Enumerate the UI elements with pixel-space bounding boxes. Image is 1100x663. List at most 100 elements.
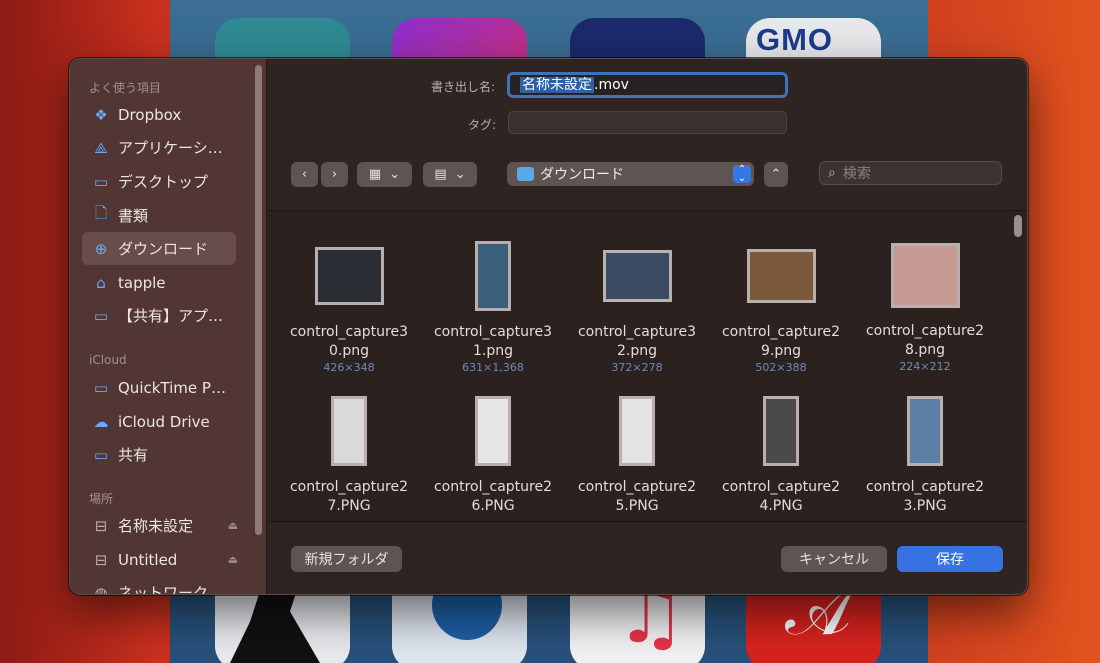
file-item[interactable]: control_capture27.PNG: [284, 396, 414, 516]
file-name: control_capture28.png: [865, 323, 985, 358]
file-thumbnail: [475, 396, 511, 466]
file-thumbnail: [619, 396, 655, 466]
search-icon: ⌕: [828, 165, 836, 181]
file-dimensions: 631×1,368: [462, 361, 524, 374]
chevron-down-icon: ⌄: [389, 167, 401, 182]
file-thumbnail: [331, 396, 367, 466]
sidebar-item-untitled-jp[interactable]: ⊟ 名称未設定 ⏏: [82, 509, 238, 542]
sidebar-item-downloads[interactable]: ⊕ ダウンロード: [82, 232, 236, 265]
file-item[interactable]: control_capture26.PNG: [428, 396, 558, 516]
file-item[interactable]: control_capture29.png 502×388: [716, 249, 846, 375]
export-name-label: 書き出し名:: [431, 80, 496, 94]
file-name: control_capture27.PNG: [289, 479, 409, 514]
group-grid-icon: ▤: [434, 167, 447, 182]
sidebar-item-icloud-drive[interactable]: ☁ iCloud Drive: [82, 405, 236, 438]
browser-scrollbar[interactable]: [1014, 215, 1022, 237]
file-item[interactable]: control_capture32.png 372×278: [572, 250, 702, 375]
file-browser: control_capture30.png 426×348 control_ca…: [268, 211, 1027, 521]
expand-collapse-button[interactable]: ⌃: [764, 162, 788, 187]
chevron-down-icon: ⌄: [454, 167, 466, 182]
save-dialog: よく使う項目 ❖ Dropbox ⟁ アプリケーシ… ▭ デスクトップ 🗋 書類…: [69, 58, 1028, 595]
sidebar-section-favorites: よく使う項目: [89, 81, 162, 95]
file-item[interactable]: control_capture25.PNG: [572, 396, 702, 516]
sidebar-item-quicktime[interactable]: ▭ QuickTime Pl...: [82, 371, 236, 404]
file-thumbnail: [907, 396, 943, 466]
sidebar-section-icloud: iCloud: [89, 353, 127, 367]
home-icon: ⌂: [96, 273, 106, 292]
eject-icon[interactable]: ⏏: [228, 553, 238, 566]
sidebar-scrollbar[interactable]: [255, 65, 262, 535]
sidebar: よく使う項目 ❖ Dropbox ⟁ アプリケーシ… ▭ デスクトップ 🗋 書類…: [70, 59, 267, 594]
file-item[interactable]: control_capture23.PNG: [860, 396, 990, 516]
location-popup[interactable]: ダウンロード ⌃ ⌄: [507, 162, 754, 186]
file-name: control_capture26.PNG: [433, 479, 553, 514]
file-name: control_capture29.png: [721, 324, 841, 359]
file-name: control_capture25.PNG: [577, 479, 697, 514]
shared-folder-icon: ▭: [93, 445, 109, 464]
group-button[interactable]: ▤ ⌄: [423, 162, 477, 187]
file-dimensions: 224×212: [899, 360, 951, 373]
gmo-logo: GMO: [756, 22, 834, 57]
file-dimensions: 426×348: [323, 361, 375, 374]
drive-icon: ⊟: [94, 550, 108, 569]
bottom-divider: [268, 521, 1027, 522]
file-name: control_capture23.PNG: [865, 479, 985, 514]
file-item[interactable]: control_capture28.png 224×212: [860, 243, 990, 374]
back-button[interactable]: ‹: [291, 162, 318, 187]
drive-icon: ⊟: [94, 516, 108, 535]
filename-extension: .mov: [594, 77, 629, 93]
file-name: control_capture24.PNG: [721, 479, 841, 514]
folder-icon: ▭: [93, 306, 109, 325]
file-dimensions: 502×388: [755, 361, 807, 374]
sidebar-item-network[interactable]: ◍ ネットワーク: [82, 576, 236, 595]
sidebar-item-documents[interactable]: 🗋 書類: [82, 199, 236, 232]
export-name-field[interactable]: 名称未設定 .mov: [507, 72, 788, 98]
chevron-up-icon: ⌃: [770, 167, 782, 182]
search-field[interactable]: ⌕ 検索: [819, 161, 1002, 185]
file-thumbnail: [314, 247, 384, 305]
file-thumbnail: [602, 250, 672, 302]
download-icon: ⊕: [94, 239, 108, 258]
forward-button[interactable]: ›: [321, 162, 348, 187]
location-label: ダウンロード: [540, 167, 624, 183]
sidebar-item-home[interactable]: ⌂ tapple: [82, 266, 236, 299]
save-button[interactable]: 保存: [897, 546, 1003, 572]
file-item[interactable]: control_capture24.PNG: [716, 396, 846, 516]
sidebar-item-dropbox[interactable]: ❖ Dropbox: [82, 98, 236, 131]
file-name: control_capture32.png: [577, 324, 697, 359]
sidebar-item-shared[interactable]: ▭ 共有: [82, 438, 236, 471]
search-placeholder: 検索: [842, 166, 871, 182]
tags-field[interactable]: [508, 111, 787, 134]
cancel-button[interactable]: キャンセル: [781, 546, 887, 572]
updown-chevrons-icon: ⌃ ⌄: [733, 165, 751, 184]
view-mode-button[interactable]: ▦ ⌄: [357, 162, 412, 187]
sidebar-item-shared-apps[interactable]: ▭ 【共有】アプリ…: [82, 299, 236, 332]
cloud-icon: ☁: [93, 412, 109, 431]
file-item[interactable]: control_capture30.png 426×348: [284, 247, 414, 375]
tags-label: タグ:: [468, 118, 497, 132]
file-dimensions: 372×278: [611, 361, 663, 374]
eject-icon[interactable]: ⏏: [228, 519, 238, 532]
file-thumbnail: [746, 249, 816, 303]
file-thumbnail: [763, 396, 799, 466]
sidebar-item-untitled[interactable]: ⊟ Untitled ⏏: [82, 543, 238, 576]
filename-selection: 名称未設定: [520, 77, 594, 93]
sidebar-section-locations: 場所: [89, 492, 114, 506]
new-folder-button[interactable]: 新規フォルダ: [291, 546, 402, 572]
sidebar-item-applications[interactable]: ⟁ アプリケーシ…: [82, 131, 236, 164]
grid-icon: ▦: [368, 167, 382, 182]
chevron-left-icon: ‹: [301, 167, 308, 182]
file-thumbnail: [890, 243, 960, 308]
file-item[interactable]: control_capture31.png 631×1,368: [428, 241, 558, 375]
desktop-icon: ▭: [93, 172, 109, 191]
applications-icon: ⟁: [94, 138, 108, 157]
document-icon: 🗋: [94, 204, 108, 222]
folder-icon: ▭: [93, 378, 109, 397]
chevron-right-icon: ›: [331, 167, 338, 182]
file-thumbnail: [475, 241, 511, 311]
network-icon: ◍: [94, 583, 108, 595]
sidebar-item-desktop[interactable]: ▭ デスクトップ: [82, 165, 236, 198]
file-name: control_capture30.png: [289, 324, 409, 359]
file-name: control_capture31.png: [433, 324, 553, 359]
folder-icon: [517, 167, 534, 181]
